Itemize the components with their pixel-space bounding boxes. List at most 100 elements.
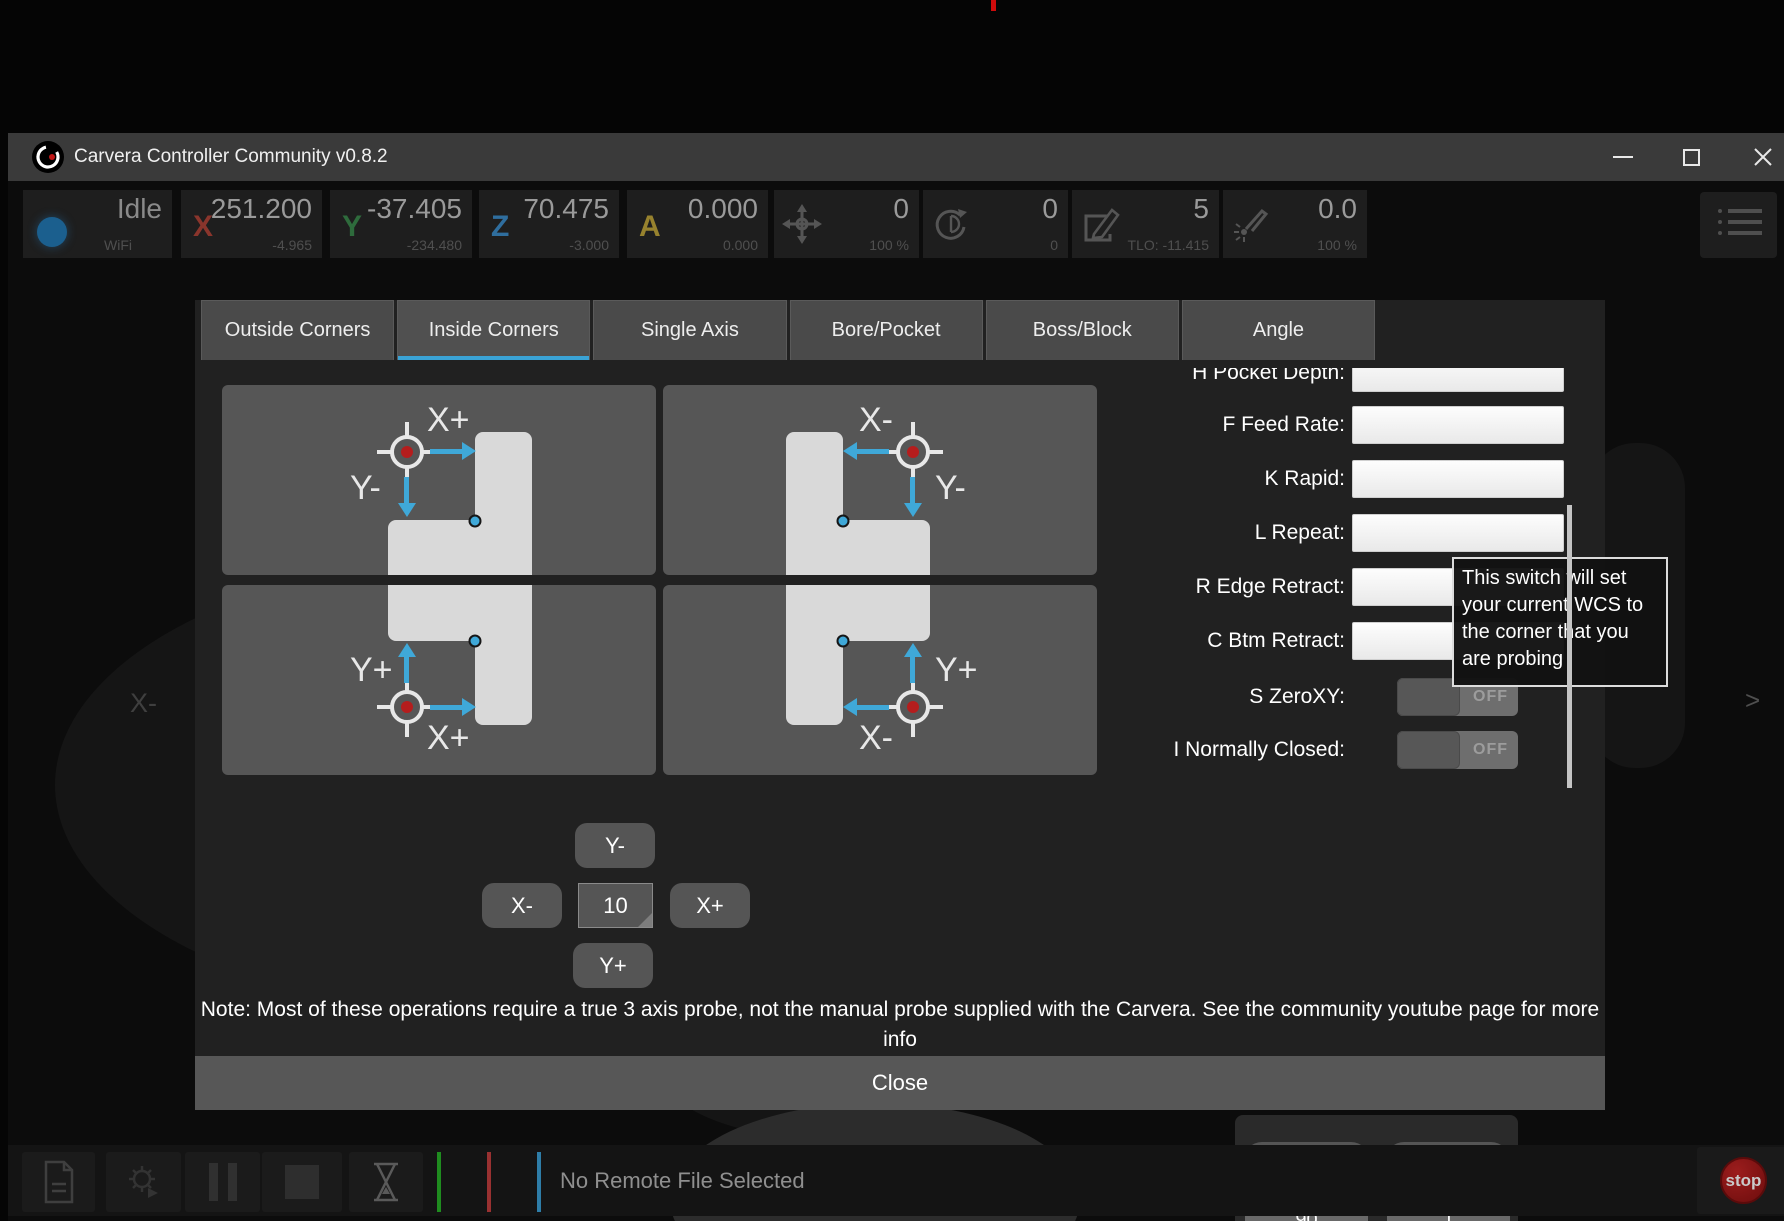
- arrow-y: [910, 477, 915, 505]
- probe-diagram-top-right[interactable]: X- Y-: [663, 385, 1097, 575]
- tab-boss-block[interactable]: Boss/Block: [986, 300, 1179, 360]
- abort-button[interactable]: [262, 1152, 342, 1212]
- waiting-indicator[interactable]: [349, 1152, 423, 1212]
- toggle-knob: [1397, 678, 1460, 716]
- pocket-depth-input[interactable]: [1352, 368, 1564, 392]
- normally-closed-toggle[interactable]: OFF: [1397, 731, 1518, 769]
- form-scrollbar[interactable]: [1567, 505, 1572, 788]
- minimize-button[interactable]: [1593, 133, 1653, 181]
- status-tool-panel[interactable]: 5 TLO: -11.415: [1072, 190, 1219, 258]
- feed-sub: 100 %: [869, 237, 909, 253]
- jog-y-minus-button[interactable]: Y-: [575, 823, 655, 868]
- arrow-y: [404, 655, 409, 683]
- probe-diagram-bottom-left[interactable]: Y+ X+: [222, 585, 656, 775]
- tab-angle[interactable]: Angle: [1182, 300, 1375, 360]
- stock-shape: [388, 520, 532, 575]
- status-rotation-panel[interactable]: 0 0: [923, 190, 1068, 258]
- ghost-jog-x-minus[interactable]: X-: [130, 688, 157, 719]
- status-axis-z[interactable]: Z 70.475 -3.000: [479, 190, 619, 258]
- axis-z-letter: Z: [491, 210, 509, 244]
- close-window-button[interactable]: [1733, 133, 1784, 181]
- slide-panel-chevron[interactable]: >: [1745, 685, 1760, 716]
- artifact-red-mark: [991, 0, 996, 11]
- main-menu-button[interactable]: [1700, 192, 1777, 258]
- arrow-y: [404, 477, 409, 505]
- probe-diagram-bottom-right[interactable]: Y+ X-: [663, 585, 1097, 775]
- v-axis-label: Y-: [935, 469, 966, 508]
- arrow-y: [910, 655, 915, 683]
- status-axis-a[interactable]: A 0.000 0.000: [627, 190, 768, 258]
- feed-rate-input[interactable]: [1352, 406, 1564, 444]
- arrow-x-head: [843, 698, 857, 716]
- tool-icon: [1080, 204, 1120, 244]
- jog-step-input[interactable]: 10: [578, 883, 653, 928]
- stock-shape: [786, 585, 930, 641]
- axis-a-letter: A: [639, 210, 661, 244]
- status-feed-panel[interactable]: 0 100 %: [774, 190, 919, 258]
- corner-point: [837, 635, 850, 648]
- rotate-icon: [931, 204, 971, 244]
- arrow-y-head: [904, 503, 922, 517]
- axis-z-sub: -3.000: [569, 237, 609, 253]
- pause-button[interactable]: [185, 1152, 260, 1212]
- field-label-feed-rate: F Feed Rate:: [1100, 413, 1345, 437]
- axis-y-value: -37.405: [367, 193, 462, 225]
- rapid-input[interactable]: [1352, 460, 1564, 498]
- h-axis-label: X+: [427, 401, 470, 440]
- progress-marker-blue: [537, 1152, 541, 1212]
- estop-container: stop: [1697, 1147, 1784, 1214]
- probe-tab-bar: Outside Corners Inside Corners Single Ax…: [201, 300, 1375, 360]
- v-axis-label: Y-: [350, 469, 381, 508]
- v-axis-label: Y+: [350, 651, 393, 690]
- status-axis-x[interactable]: X 251.200 -4.965: [181, 190, 322, 258]
- field-label-btm-retract: C Btm Retract:: [1100, 629, 1345, 653]
- arrow-y-head: [904, 643, 922, 657]
- h-axis-label: X-: [859, 401, 893, 440]
- corner-point: [837, 515, 850, 528]
- tab-bore-pocket[interactable]: Bore/Pocket: [790, 300, 983, 360]
- tab-single-axis[interactable]: Single Axis: [593, 300, 786, 360]
- axis-z-value: 70.475: [523, 193, 609, 225]
- file-icon: [42, 1160, 76, 1204]
- arrow-x-head: [462, 698, 476, 716]
- tab-inside-corners[interactable]: Inside Corners: [397, 300, 590, 360]
- axis-a-sub: 0.000: [723, 237, 758, 253]
- screen: Carvera Controller Community v0.8.2 X- >…: [0, 0, 1784, 1221]
- stop-square-icon: [285, 1165, 319, 1199]
- h-axis-label: X-: [859, 719, 893, 758]
- run-button[interactable]: [106, 1152, 181, 1212]
- laser-value: 0.0: [1318, 193, 1357, 225]
- step-fold-decoration: [638, 913, 652, 927]
- status-state-panel[interactable]: Idle WiFi: [23, 190, 172, 258]
- probe-dialog: Outside Corners Inside Corners Single Ax…: [195, 300, 1605, 1110]
- repeat-input[interactable]: [1352, 514, 1564, 552]
- estop-button[interactable]: stop: [1720, 1157, 1767, 1204]
- field-label-edge-retract: R Edge Retract:: [1100, 575, 1345, 599]
- status-laser-panel[interactable]: 0.0 100 %: [1223, 190, 1367, 258]
- gear-play-icon: [124, 1162, 164, 1202]
- maximize-button[interactable]: [1661, 133, 1721, 181]
- tab-outside-corners[interactable]: Outside Corners: [201, 300, 394, 360]
- feed-value: 0: [893, 193, 909, 225]
- status-axis-y[interactable]: Y -37.405 -234.480: [330, 190, 472, 258]
- toggle-state-label: OFF: [1473, 731, 1508, 769]
- jog-x-plus-button[interactable]: X+: [670, 883, 750, 928]
- jog-y-plus-button[interactable]: Y+: [573, 943, 653, 988]
- close-button[interactable]: Close: [195, 1056, 1605, 1110]
- jog-x-minus-button[interactable]: X-: [482, 883, 562, 928]
- tab-label: Angle: [1253, 319, 1304, 342]
- toggle-knob: [1397, 731, 1460, 769]
- stock-shape: [388, 585, 532, 641]
- arrow-y-head: [398, 503, 416, 517]
- field-label-zeroxy: S ZeroXY:: [1100, 685, 1345, 709]
- open-file-button[interactable]: [22, 1152, 95, 1212]
- arrow-x: [430, 705, 462, 710]
- progress-marker-red: [487, 1152, 491, 1212]
- tab-label: Single Axis: [641, 319, 739, 342]
- axis-y-letter: Y: [342, 210, 362, 244]
- probe-diagram-top-left[interactable]: X+ Y-: [222, 385, 656, 575]
- laser-icon: [1231, 204, 1271, 244]
- tab-label: Outside Corners: [225, 319, 371, 342]
- axis-y-sub: -234.480: [407, 237, 462, 253]
- h-axis-label: X+: [427, 719, 470, 758]
